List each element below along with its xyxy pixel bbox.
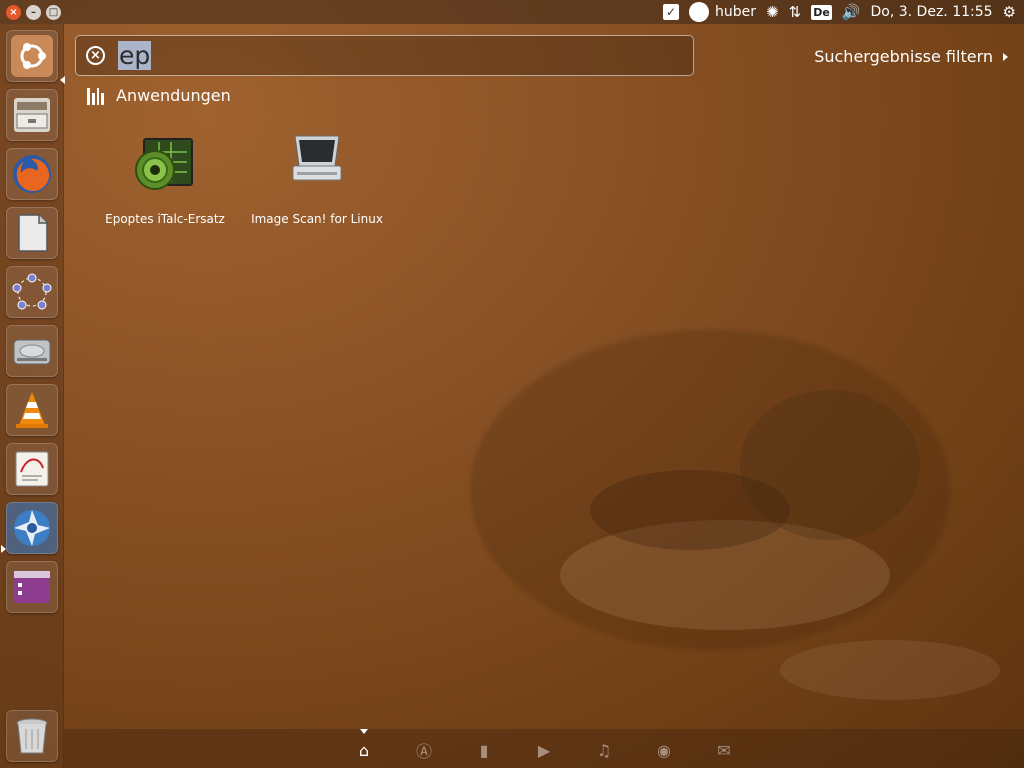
files-launcher[interactable] <box>6 89 58 141</box>
result-label: Image Scan! for Linux <box>251 212 383 226</box>
result-epoptes[interactable]: Epoptes iTalc-Ersatz <box>90 132 240 226</box>
user-menu[interactable]: huber <box>689 2 756 22</box>
session-gear-icon[interactable]: ⚙ <box>1003 3 1016 21</box>
epoptes-icon <box>133 132 197 196</box>
expand-arrow-icon <box>1003 52 1008 61</box>
active-lens-marker <box>360 729 368 734</box>
window-launcher[interactable] <box>6 561 58 613</box>
file-cabinet-icon <box>14 98 50 132</box>
network-launcher[interactable] <box>6 266 58 318</box>
music-lens-icon[interactable]: ♫ <box>594 741 614 760</box>
lens-bar: ⌂ Ⓐ ▮ ▶ ♫ ◉ ✉ <box>64 729 1024 768</box>
wallpaper-shape <box>740 390 920 540</box>
video-lens-icon[interactable]: ▶ <box>534 741 554 760</box>
dash-open-indicator <box>60 76 65 84</box>
vlc-launcher[interactable] <box>6 384 58 436</box>
dash-home-button[interactable] <box>6 30 58 82</box>
minimize-icon[interactable]: – <box>26 4 41 20</box>
user-avatar-icon <box>689 2 710 22</box>
ubuntu-logo-icon <box>11 35 53 77</box>
document-icon <box>18 214 48 252</box>
top-panel: × – □ ✓ huber ✺ ⇅ De 🔊 Do, 3. Dez. 11:55… <box>0 0 1024 24</box>
keyboard-layout-indicator[interactable]: De <box>811 4 832 20</box>
trash-icon <box>16 718 48 754</box>
hard-disk-icon <box>13 339 51 365</box>
category-title: Anwendungen <box>116 86 231 105</box>
aperture-icon <box>14 510 50 546</box>
result-label: Epoptes iTalc-Ersatz <box>105 212 225 226</box>
wallpaper-shape <box>780 640 1000 700</box>
clock[interactable]: Do, 3. Dez. 11:55 <box>871 4 993 20</box>
files-lens-icon[interactable]: ▮ <box>474 741 494 760</box>
firefox-launcher[interactable] <box>6 148 58 200</box>
filter-results-label: Suchergebnisse filtern <box>814 47 993 66</box>
vlc-cone-icon <box>16 392 48 428</box>
close-icon[interactable]: × <box>6 4 21 20</box>
selected-query: ep <box>118 41 152 70</box>
search-input[interactable]: ep <box>118 41 152 70</box>
disk-launcher[interactable] <box>6 325 58 377</box>
category-header[interactable]: Anwendungen <box>87 86 231 105</box>
window-purple-icon <box>14 571 50 603</box>
home-lens-icon[interactable]: ⌂ <box>354 741 374 760</box>
pdf-launcher[interactable] <box>6 443 58 495</box>
pdf-viewer-icon <box>15 451 49 487</box>
network-indicator-icon[interactable]: ⇅ <box>789 3 802 21</box>
scanner-icon <box>285 132 349 196</box>
libreoffice-launcher[interactable] <box>6 207 58 259</box>
network-nodes-icon <box>12 273 52 310</box>
social-lens-icon[interactable]: ✉ <box>714 741 734 760</box>
user-name: huber <box>715 4 757 20</box>
shutter-indicator-icon[interactable]: ✺ <box>766 3 779 21</box>
clear-search-icon[interactable]: × <box>86 46 105 65</box>
volume-icon[interactable]: 🔊 <box>842 3 861 21</box>
shutter-launcher[interactable] <box>6 502 58 554</box>
maximize-icon[interactable]: □ <box>46 4 61 20</box>
photo-lens-icon[interactable]: ◉ <box>654 741 674 760</box>
indicator-area: ✓ huber ✺ ⇅ De 🔊 Do, 3. Dez. 11:55 ⚙ <box>663 2 1024 22</box>
filter-results-button[interactable]: Suchergebnisse filtern <box>814 47 1008 66</box>
checkbox-indicator-icon[interactable]: ✓ <box>663 4 680 20</box>
window-buttons: × – □ <box>6 4 61 20</box>
launcher <box>0 24 65 768</box>
trash-launcher[interactable] <box>6 710 58 762</box>
result-image-scan[interactable]: Image Scan! for Linux <box>242 132 392 226</box>
applications-lens-icon[interactable]: Ⓐ <box>414 741 434 761</box>
firefox-icon <box>13 155 51 193</box>
applications-category-icon <box>87 87 104 105</box>
search-field[interactable]: × ep <box>75 35 694 76</box>
